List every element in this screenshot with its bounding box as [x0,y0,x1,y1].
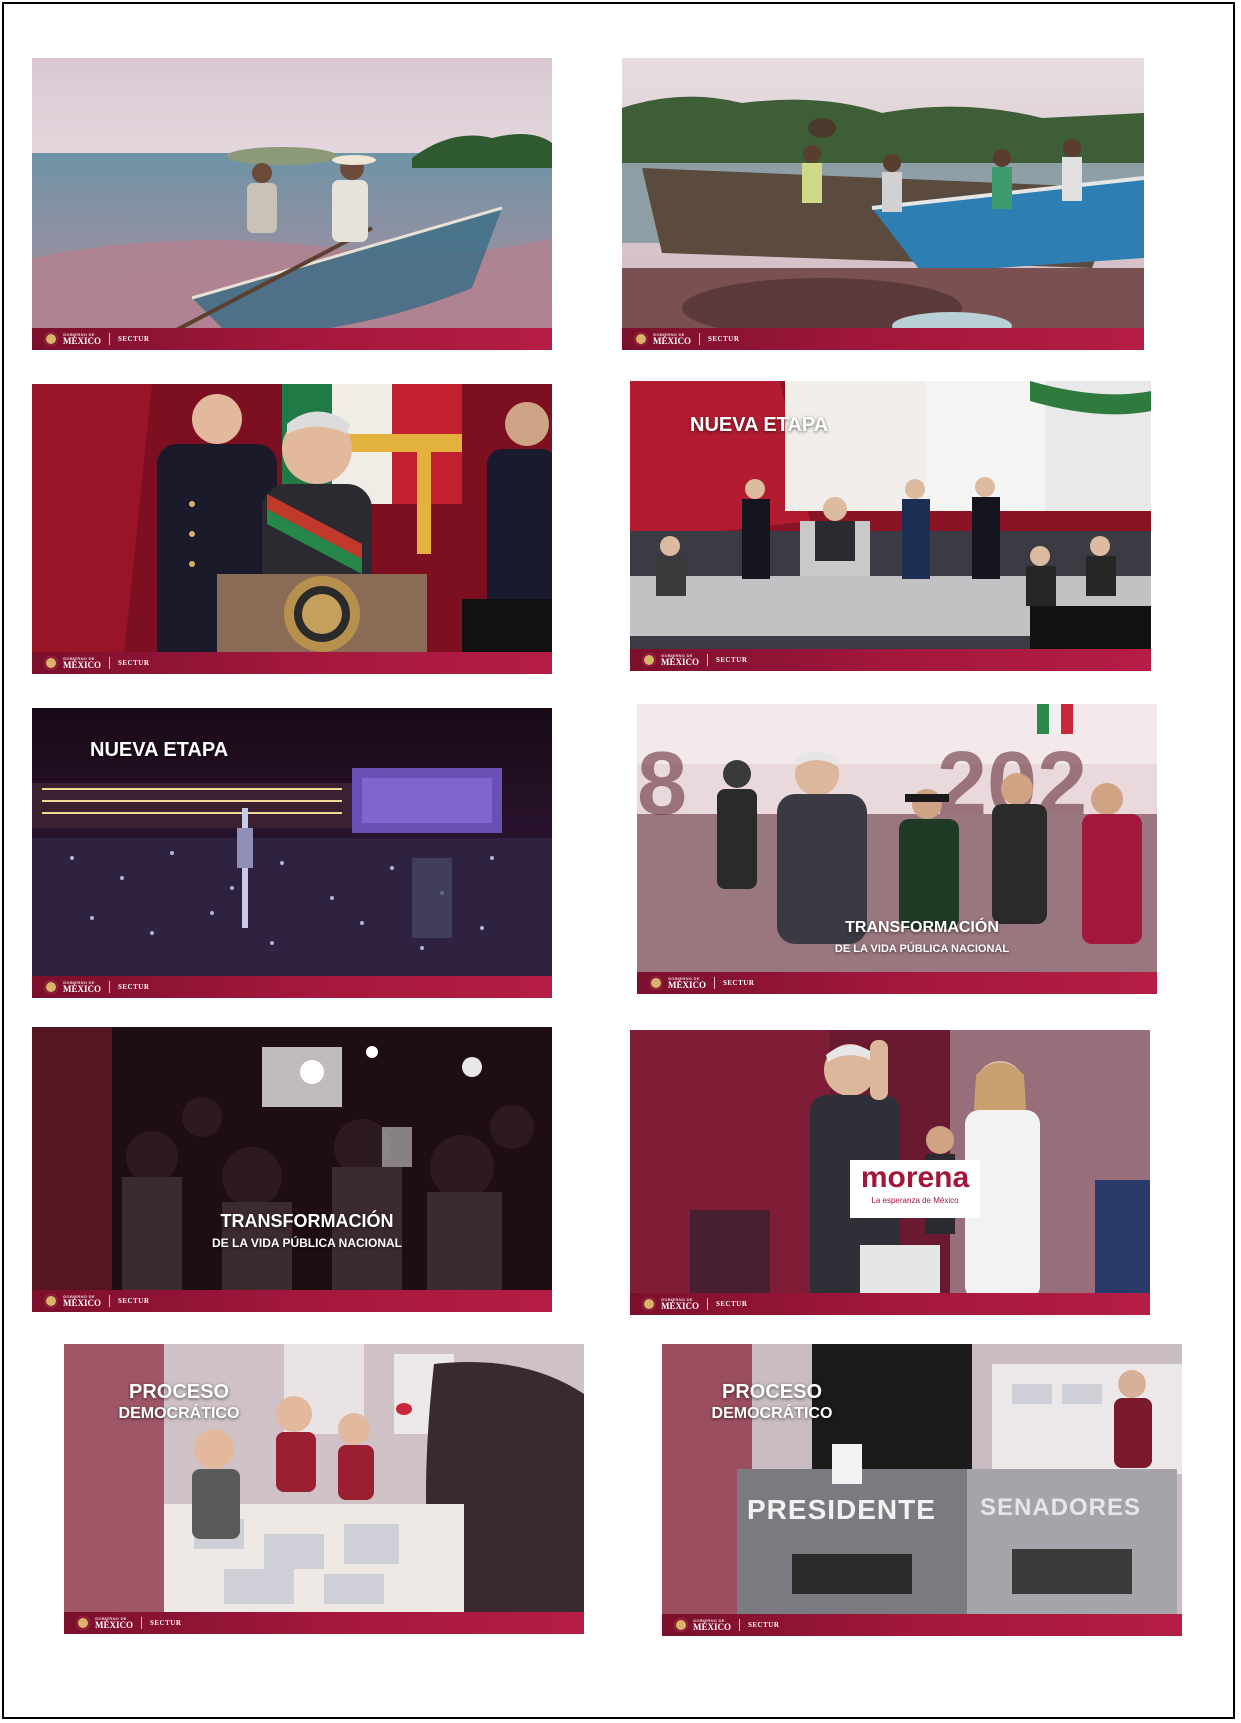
footer-bar: GOBIERNO DE MÉXICO SECTUR [32,976,552,998]
emblem-icon [634,332,648,346]
gob-label-big: MÉXICO [693,1621,731,1632]
divider [739,1619,740,1631]
scene-night-crowd [32,1027,552,1312]
divider [714,977,715,989]
morena-slogan: La esperanza de México [871,1196,959,1205]
agency-label: SECTUR [118,983,150,991]
footer-bar: GOBIERNO DE MÉXICO SECTUR [32,328,552,350]
video-frame-8: morena La esperanza de México GOBIERNO D… [630,1030,1150,1315]
overlay-headline: NUEVA ETAPA [90,739,229,761]
scene-podium-speech [32,384,552,674]
gob-label-big: MÉXICO [63,983,101,994]
video-frame-5: NUEVA ETAPA GOBIERNO DE MÉXICO SECTUR [32,708,552,998]
gob-label-big: MÉXICO [95,1619,133,1630]
overlay-headline: PROCESO [128,1381,230,1403]
footer-bar: GOBIERNO DE MÉXICO SECTUR [32,652,552,674]
agency-label: SECTUR [723,979,755,987]
emblem-icon [642,1297,656,1311]
emblem-icon [76,1616,90,1630]
agency-label: SECTUR [708,335,740,343]
video-frame-3: GOBIERNO DE MÉXICO SECTUR [32,384,552,674]
video-frame-1: GOBIERNO DE MÉXICO SECTUR [32,58,552,350]
ballot-box-label-presidente: PRESIDENTE [747,1494,936,1525]
video-frame-9: PROCESO DEMOCRÁTICO GOBIERNO DE MÉXICO SE… [64,1344,584,1634]
gob-label-big: MÉXICO [63,1297,101,1308]
divider [707,654,708,666]
overlay-subline: DEMOCRÁTICO [711,1405,833,1422]
emblem-icon [44,332,58,346]
footer-bar: GOBIERNO DE MÉXICO SECTUR [32,1290,552,1312]
overlay-headline: TRANSFORMACIÓN [845,919,999,936]
footer-bar: GOBIERNO DE MÉXICO SECTUR [630,1293,1150,1315]
scene-fishermen-beach [32,58,552,350]
emblem-icon [674,1618,688,1632]
emblem-icon [642,653,656,667]
ballot-box-label-senadores: SENADORES [980,1494,1142,1521]
agency-label: SECTUR [150,1619,182,1627]
emblem-icon [44,656,58,670]
emblem-icon [44,1294,58,1308]
video-frame-2: GOBIERNO DE MÉXICO SECTUR [622,58,1144,350]
video-frame-6: 8 202 TRANSFORMACIÓN DE LA VIDA PÚBLICA … [637,704,1157,994]
scene-boat-workers [622,58,1144,350]
agency-label: SECTUR [716,656,748,664]
footer-bar: GOBIERNO DE MÉXICO SECTUR [622,328,1144,350]
morena-logo-text: morena [860,1161,970,1194]
divider [141,1617,142,1629]
divider [707,1298,708,1310]
agency-label: SECTUR [748,1621,780,1629]
gob-label-big: MÉXICO [63,335,101,346]
video-frame-4: NUEVA ETAPA GOBIERNO DE MÉXICO SECTUR [630,381,1151,671]
video-frame-10: PRESIDENTE SENADORES PROCESO DEMOCRÁTICO… [662,1344,1182,1636]
overlay-headline: PROCESO [721,1381,823,1403]
overlay-headline: TRANSFORMACIÓN [220,1211,394,1231]
gob-label-big: MÉXICO [668,979,706,990]
video-frame-7: TRANSFORMACIÓN DE LA VIDA PÚBLICA NACION… [32,1027,552,1312]
agency-label: SECTUR [716,1300,748,1308]
gob-label-big: MÉXICO [661,1300,699,1311]
morena-sign: morena La esperanza de México [850,1160,980,1218]
agency-label: SECTUR [118,659,150,667]
emblem-icon [44,980,58,994]
divider [699,333,700,345]
divider [109,981,110,993]
footer-bar: GOBIERNO DE MÉXICO SECTUR [630,649,1151,671]
divider [109,657,110,669]
agency-label: SECTUR [118,1297,150,1305]
overlay-headline: NUEVA ETAPA [690,414,829,436]
gob-label-big: MÉXICO [63,659,101,670]
footer-bar: GOBIERNO DE MÉXICO SECTUR [637,972,1157,994]
overlay-subline: DE LA VIDA PÚBLICA NACIONAL [212,1236,402,1250]
overlay-subline: DEMOCRÁTICO [118,1405,240,1422]
emblem-icon [649,976,663,990]
gob-label-big: MÉXICO [653,335,691,346]
divider [109,1295,110,1307]
divider [109,333,110,345]
overlay-subline: DE LA VIDA PÚBLICA NACIONAL [834,943,1010,955]
gob-label-big: MÉXICO [661,656,699,667]
footer-bar: GOBIERNO DE MÉXICO SECTUR [662,1614,1182,1636]
footer-bar: GOBIERNO DE MÉXICO SECTUR [64,1612,584,1634]
agency-label: SECTUR [118,335,150,343]
